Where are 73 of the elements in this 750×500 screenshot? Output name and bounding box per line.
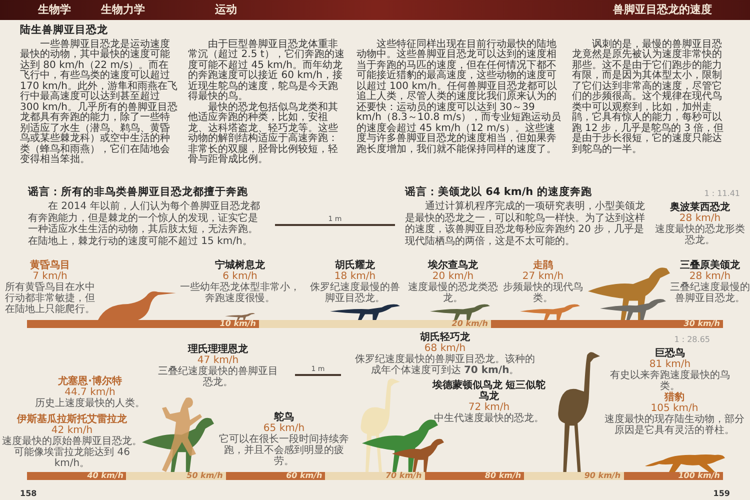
species-note: 速度最慢的恐龙类恐龙。 — [407, 282, 499, 304]
species-name: 胡氏耀龙 — [335, 260, 375, 271]
nav-tab[interactable]: 运动 — [215, 2, 237, 18]
speed-value: 27 km/h — [522, 271, 564, 282]
nav-tab[interactable]: 生物学 — [38, 2, 71, 18]
speed-value: 68 km/h — [424, 343, 466, 354]
species-note: 速度最快的原始兽脚亚目恐龙。可能像埃雷拉龙能达到 46 km/h。 — [2, 436, 142, 469]
speed-segment: 40 km/h — [27, 472, 126, 480]
species-name: 埃德蒙顿似鸟龙 短三似鸵鸟龙 — [431, 380, 547, 402]
speed-segment: 10 km/h — [27, 320, 259, 328]
species-name: 黄昏鸟目 — [30, 260, 70, 271]
speed-segment: 100 km/h — [624, 472, 723, 480]
speed-value: 18 km/h — [334, 271, 376, 282]
page-number: 159 — [713, 488, 730, 500]
scale-ratio: 1 : 11.41 — [704, 188, 740, 200]
myth-text: 在 2014 年以前，人们认为每个兽脚亚目恐龙都有奔跑能力，但是棘龙的一个惊人的发现，证实它是一种适应水生生活的动物，其后肢太短，无法奔跑。在陆地上，棘龙行动的速度可能不超过 15 km/h。 — [28, 201, 260, 248]
speed-segment: 70 km/h — [325, 472, 425, 480]
species-name: 奥波莱西恐龙 — [670, 202, 730, 213]
body-paragraph: 最快的恐龙包括似鸟龙类和其他适应奔跑的种类，比如，安祖龙、达科塔盗龙、轻巧龙等。这些动物的解剖结构适应于高速奔跑：非常长的双腿，胫骨比例较短，轻骨与距骨成比例。 — [188, 102, 340, 166]
species-note: 步频最快的现代鸟类。 — [502, 282, 584, 304]
species-name: 鸵鸟 — [274, 412, 294, 423]
speed-value: 72 km/h — [468, 402, 510, 413]
scale-ratio: 1 : 28.65 — [674, 334, 710, 346]
species-note: 速度最快的恐龙形类恐龙。 — [655, 224, 745, 246]
speed-segment: 50 km/h — [126, 472, 226, 480]
species-note: 它可以在很长一段时间持续奔跑，并且不会感到明显的疲劳。 — [218, 434, 350, 467]
body-paragraph: 一些兽脚亚目恐龙是运动速度最快的动物，其中最快的速度可能达到 80 km/h（22 m/s）。而在飞行中，有些鸟类的速度可以超过 170 km/h。此外，游隼和雨燕在飞行中最高速度可以达到甚至超过 300 km/h。几乎所有的兽脚亚目恐龙都具有奔跑的能力，除了一些特别适应了水生（潜鸟、鹈鸟、黄昏鸟或某些棘龙科）或空中生活的种类（蜂鸟和雨燕），它们在陆地会变得相当笨拙。 — [20, 40, 178, 166]
species-note: 三叠纪速度最快的兽脚亚目恐龙。 — [158, 366, 278, 388]
species-name: 三叠原美颌龙 — [680, 260, 740, 271]
myth-heading: 谣言：所有的非鸟类兽脚亚目恐龙都擅于奔跑 — [28, 186, 249, 200]
page-number: 158 — [20, 488, 37, 500]
species-name: 埃尔查鸟龙 — [428, 260, 478, 271]
species-note: 侏罗纪速度最慢的兽脚亚目恐龙。 — [309, 282, 401, 304]
species-name: 走鹃 — [533, 260, 553, 271]
species-note: 历史上速度最快的人类。 — [35, 398, 145, 409]
speed-segment: 20 km/h — [259, 320, 491, 328]
species-note: 中生代速度最快的恐龙。 — [434, 413, 544, 424]
species-name: 胡氏轻巧龙 — [420, 332, 470, 343]
species-name: 巨恐鸟 — [655, 348, 685, 359]
species-note: 所有黄昏鸟目在水中行动都非常敏捷，但在陆地上只能爬行。 — [4, 282, 96, 315]
species-name: 猎豹 — [664, 392, 684, 403]
speed-value: 20 km/h — [432, 271, 474, 282]
species-name: 理氏理理恩龙 — [188, 344, 248, 355]
myth-text: 通过计算机程序完成的一项研究表明，小型美颌龙是最快的恐龙之一，可以和鸵鸟一样快。为了达到这样的速度，该兽脚亚目恐龙每秒应奔跑约 20 步，几乎是现代陆栖鸟的两倍，这是不太可能的。 — [405, 201, 646, 248]
species-note: 速度最快的现存陆生动物，部分原因是它具有灵活的脊柱。 — [604, 414, 746, 436]
body-paragraph: 由于巨型兽脚亚目恐龙体重非常沉（超过 2.5 t），它们奔跑的速度可能不超过 45 km/h。而年幼龙的奔跑速度可以接近 60 km/h，接近现生鸵鸟的速度，鸵鸟是今天跑得最快的鸟。 — [188, 40, 346, 102]
body-paragraph: 讽刺的是，最慢的兽脚亚目恐龙竟然是原先被认为速度非常快的那些。这不是由于它们跑步的能力有限，而是因为其体型太小，限制了它们达到非常高的速度，尽管它们的步频很高。这个规律在现代鸟类中可以观察到，比如，加州走鹃，它具有惊人的能力，每秒可以跑 12 步，几乎是鸵鸟的 3 倍，但是由于步长很短，它的速度只能达到鸵鸟的一半。 — [572, 40, 725, 156]
species-note: 有史以来奔跑速度最快的鸟类。 — [609, 370, 731, 392]
species-note: 一些幼年恐龙体型非常小，奔跑速度很慢。 — [179, 282, 301, 304]
intro-heading: 陆生兽脚亚目恐龙 — [20, 23, 109, 38]
speed-value: 42 km/h — [51, 425, 93, 436]
section-title: 兽脚亚目恐龙的速度 — [613, 2, 712, 18]
speed-segment: 90 km/h — [524, 472, 624, 480]
species-note: 侏罗纪速度最快的兽脚亚目恐龙。该种的成年个体速度可到达 70 km/h。 — [354, 354, 536, 376]
speed-value: 81 km/h — [649, 359, 691, 370]
speed-value: 7 km/h — [32, 271, 68, 282]
species-name: 伊斯基瓜拉斯托艾雷拉龙 — [17, 414, 127, 425]
nav-tab[interactable]: 生物力学 — [101, 2, 145, 18]
speed-segment: 80 km/h — [424, 472, 524, 480]
species-note: 三叠纪速度最慢的兽脚亚目恐龙。 — [670, 282, 750, 304]
speed-value: 44.7 km/h — [64, 387, 116, 398]
species-name: 尤塞恩·博尔特 — [58, 376, 122, 387]
speed-value: 65 km/h — [263, 423, 305, 434]
species-name: 宁城树息龙 — [215, 260, 265, 271]
speed-value: 6 km/h — [222, 271, 258, 282]
myth-heading: 谣言：美颌龙以 64 km/h 的速度奔跑 — [405, 186, 593, 200]
speed-segment: 60 km/h — [226, 472, 326, 480]
speed-value: 28 km/h — [689, 271, 731, 282]
speed-value: 105 km/h — [650, 403, 698, 414]
speed-value: 28 km/h — [679, 213, 721, 224]
body-paragraph: 这些特征同样出现在目前行动最快的陆地动物中。这些兽脚亚目恐龙可以达到的速度相当于奔跑的马匹的速度，但在任何情况下都不可能接近猎豹的最高速度，这些动物的速度可以超过 100 km/h。任何兽脚亚目恐龙都可以追上人类，尽管人类的速度比我们原来认为的还要快：运动员的速度可以达到 30～39 km/h（8.3～10.8 m/s），而专业短跑运动员的速度会超过 45 km/h（12 m/s）。这些速度与许多兽脚亚目恐龙的速度相当，但如果奔跑长度增加，我们就不能保持同样的速度了。 — [356, 40, 562, 156]
speed-segment: 30 km/h — [491, 320, 723, 328]
speed-value: 47 km/h — [197, 355, 239, 366]
